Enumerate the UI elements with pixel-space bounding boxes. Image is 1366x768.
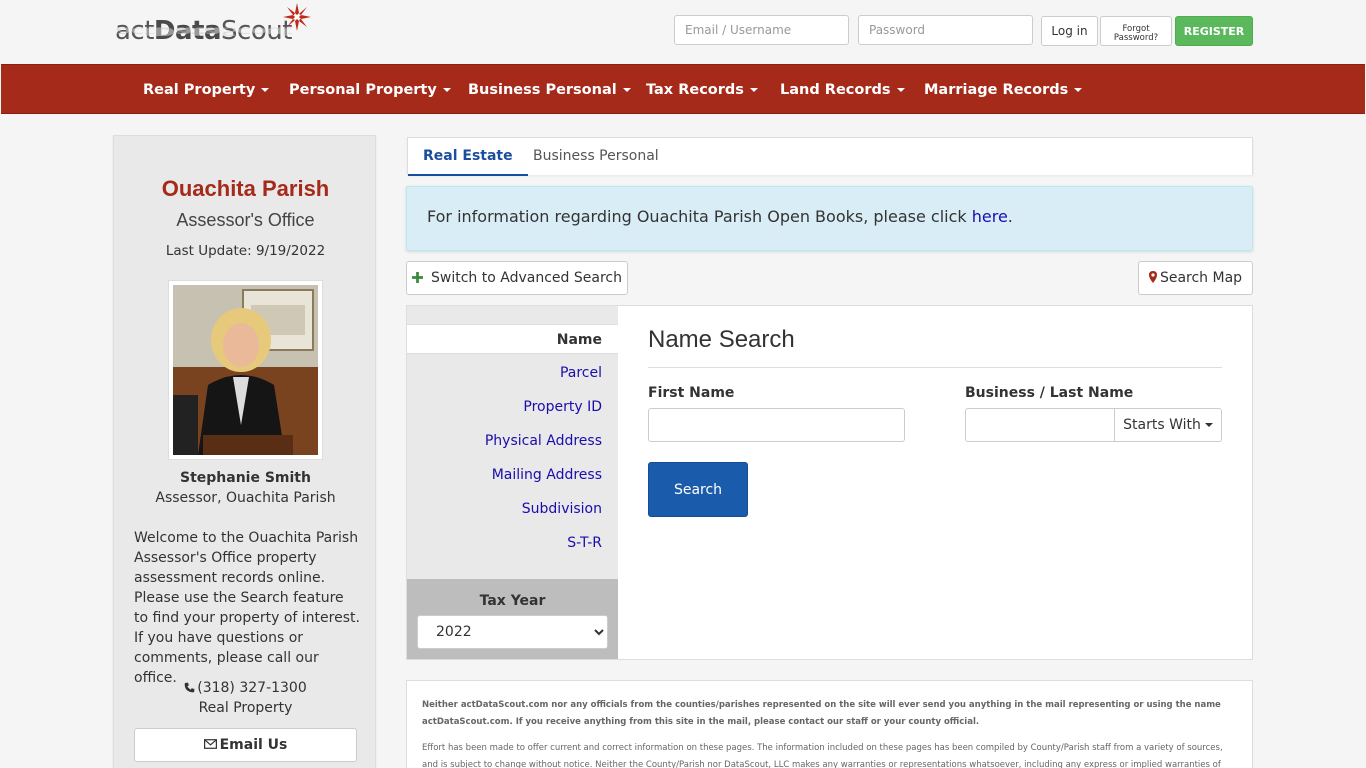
open-books-alert: For information regarding Ouachita Paris… — [406, 186, 1253, 251]
match-mode-label: Starts With — [1123, 417, 1201, 433]
search-type-parcel[interactable]: Parcel — [407, 358, 618, 388]
search-panel: Name Parcel Property ID Physical Address… — [406, 305, 1253, 660]
nav-label: Business Personal — [468, 82, 617, 98]
office-name: Assessor's Office — [176, 210, 315, 230]
logo[interactable]: actDataScout actDataScout — [114, 2, 314, 60]
assessor-photo — [168, 280, 323, 460]
phone-department: Real Property — [198, 700, 293, 716]
nav-label: Land Records — [780, 82, 891, 98]
forgot-line-2: Password? — [1113, 32, 1159, 43]
county-sidebar: Ouachita Parish Assessor's Office Last U… — [113, 135, 376, 768]
search-map-label: Search Map — [1159, 270, 1243, 286]
search-type-str[interactable]: S-T-R — [407, 528, 618, 558]
advanced-search-button[interactable]: Switch to Advanced Search — [406, 261, 628, 295]
first-name-input[interactable] — [648, 408, 905, 442]
alert-message: For information regarding Ouachita Paris… — [427, 207, 972, 226]
caret-down-icon — [622, 88, 631, 92]
nav-personal-property[interactable]: Personal Property — [289, 65, 451, 115]
caret-down-icon — [442, 88, 451, 92]
logo-star-icon — [283, 3, 311, 31]
alert-suffix: . — [1007, 207, 1013, 226]
phone-icon — [184, 682, 195, 693]
photo-image — [173, 285, 318, 455]
caret-down-icon — [1204, 423, 1213, 427]
first-name-label: First Name — [648, 385, 735, 401]
search-button[interactable]: Search — [648, 462, 748, 517]
nav-label: Real Property — [143, 82, 256, 98]
search-type-subdivision[interactable]: Subdivision — [407, 494, 618, 524]
map-marker-icon — [1148, 271, 1157, 283]
open-books-link[interactable]: here — [972, 207, 1008, 226]
caret-down-icon — [261, 88, 270, 92]
email-us-button[interactable]: Email Us — [134, 728, 357, 762]
nav-label: Personal Property — [289, 82, 437, 98]
tax-year-box: Tax Year 2022 — [407, 579, 618, 659]
form-divider — [648, 367, 1222, 368]
caret-down-icon — [749, 88, 758, 92]
tab-real-estate[interactable]: Real Estate — [408, 138, 528, 176]
alert-text: For information regarding Ouachita Paris… — [427, 207, 1013, 226]
nav-tax-records[interactable]: Tax Records — [646, 65, 758, 115]
nav-label: Tax Records — [646, 82, 744, 98]
match-mode-dropdown[interactable]: Starts With — [1114, 408, 1222, 442]
email-input[interactable] — [674, 15, 849, 45]
search-type-physical-address[interactable]: Physical Address — [407, 426, 618, 456]
search-type-property-id[interactable]: Property ID — [407, 392, 618, 422]
logo-reflection: actDataScout — [115, 24, 292, 39]
form-title: Name Search — [648, 326, 795, 353]
header: actDataScout actDataScout Log in ForgotP… — [0, 0, 1366, 64]
phone-line: (318) 327-1300 — [114, 680, 377, 696]
disclaimer: Neither actDataScout.com nor any officia… — [406, 680, 1253, 768]
caret-down-icon — [896, 88, 905, 92]
email-us-label: Email Us — [219, 737, 288, 753]
assessor-title: Assessor, Ouachita Parish — [155, 490, 336, 506]
plus-icon — [412, 272, 424, 283]
welcome-text: Welcome to the Ouachita Parish Assessor'… — [134, 530, 360, 686]
main-navbar: Real Property Personal Property Business… — [1, 64, 1365, 114]
search-type-name[interactable]: Name — [407, 324, 618, 354]
phone-number[interactable]: (318) 327-1300 — [197, 680, 307, 696]
password-input[interactable] — [858, 15, 1033, 45]
assessor-name: Stephanie Smith — [180, 470, 311, 486]
forgot-password-button[interactable]: Forgot Password? — [1100, 16, 1172, 46]
nav-label: Marriage Records — [924, 82, 1069, 98]
register-button[interactable]: REGISTER — [1175, 16, 1253, 46]
nav-business-personal[interactable]: Business Personal — [468, 65, 631, 115]
login-button[interactable]: Log in — [1041, 16, 1098, 46]
nav-real-property[interactable]: Real Property — [143, 65, 270, 115]
last-name-input[interactable] — [965, 408, 1115, 442]
record-type-tabs: Real Estate Business Personal — [407, 137, 1253, 176]
county-name: Ouachita Parish — [161, 176, 330, 201]
nav-land-records[interactable]: Land Records — [780, 65, 905, 115]
last-name-label: Business / Last Name — [965, 385, 1134, 401]
last-update: Last Update: 9/19/2022 — [165, 243, 326, 259]
search-map-button[interactable]: Search Map — [1138, 261, 1253, 295]
tab-business-personal[interactable]: Business Personal — [518, 138, 674, 176]
search-type-mailing-address[interactable]: Mailing Address — [407, 460, 618, 490]
portrait-illustration — [173, 285, 318, 455]
tax-year-select[interactable]: 2022 — [417, 615, 608, 649]
tax-year-label: Tax Year — [479, 593, 546, 609]
caret-down-icon — [1074, 88, 1083, 92]
nav-marriage-records[interactable]: Marriage Records — [924, 65, 1083, 115]
advanced-search-label: Switch to Advanced Search — [431, 270, 622, 286]
disclaimer-warning: Neither actDataScout.com nor any officia… — [422, 700, 1221, 727]
search-type-nav: Name Parcel Property ID Physical Address… — [407, 306, 618, 659]
envelope-icon — [203, 739, 217, 749]
disclaimer-text: Effort has been made to offer current an… — [422, 743, 1223, 768]
